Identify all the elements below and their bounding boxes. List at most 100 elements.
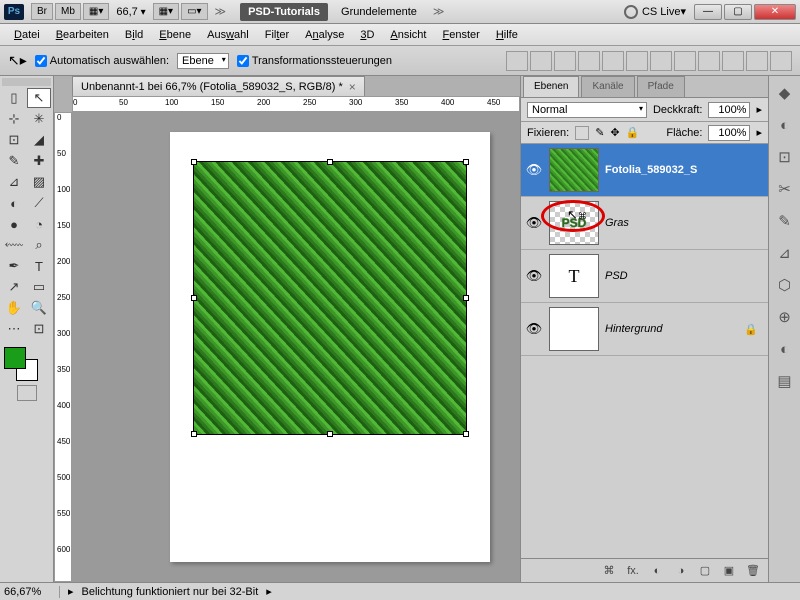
more-workspaces-icon[interactable]: ≫ [433, 5, 445, 18]
menu-bearbeiten[interactable]: Bearbeiten [48, 26, 117, 44]
tool-23[interactable]: ⊡ [27, 319, 51, 339]
align-icon[interactable] [602, 51, 624, 71]
quickmask-button[interactable] [17, 385, 37, 401]
layer-thumbnail[interactable] [549, 307, 599, 351]
distribute-icon[interactable] [674, 51, 696, 71]
layer-thumbnail[interactable] [549, 148, 599, 192]
layer-row[interactable]: 👁 Fotolia_589032_S [521, 144, 768, 197]
opacity-arrow-icon[interactable]: ▸ [756, 103, 762, 116]
layer-mask-icon[interactable]: ◐ [648, 563, 666, 579]
tool-9[interactable]: ▨ [27, 172, 51, 192]
viewmode-button[interactable]: ▦▾ [83, 3, 109, 20]
align-icon[interactable] [578, 51, 600, 71]
tool-4[interactable]: ⊡ [2, 130, 26, 150]
layer-name[interactable]: PSD [605, 270, 764, 282]
status-zoom[interactable]: 66,67% [4, 586, 60, 598]
lock-pixels-icon[interactable]: ✎ [595, 126, 604, 139]
menu-ansicht[interactable]: Ansicht [382, 26, 434, 44]
align-icon[interactable] [626, 51, 648, 71]
tool-13[interactable]: ◔ [27, 214, 51, 234]
tool-6[interactable]: ✎ [2, 151, 26, 171]
workspace-item[interactable]: Grundelemente [333, 3, 425, 21]
layer-row[interactable]: 👁Hintergrund🔒 [521, 303, 768, 356]
layer-thumbnail[interactable]: PSD [549, 201, 599, 245]
layer-row[interactable]: 👁 T PSD [521, 250, 768, 303]
auto-select-dropdown[interactable]: Ebene [177, 53, 229, 69]
adjustments-strip-icon[interactable]: ⊡ [774, 146, 796, 168]
minibridge-button[interactable]: Mb [55, 3, 81, 20]
brush-strip-icon[interactable]: ✎ [774, 210, 796, 232]
fill-input[interactable]: 100% [708, 125, 750, 141]
tool-18[interactable]: ↗ [2, 277, 26, 297]
layer-group-icon[interactable]: ▢ [696, 563, 714, 579]
menu-ebene[interactable]: Ebene [151, 26, 199, 44]
visibility-eye-icon[interactable]: 👁 [525, 215, 543, 231]
tool-1[interactable]: ↖ [27, 88, 51, 108]
lock-position-icon[interactable]: ✥ [610, 126, 619, 139]
tool-19[interactable]: ▭ [27, 277, 51, 297]
tool-17[interactable]: T [27, 256, 51, 276]
layers-strip-icon[interactable]: ◆ [774, 82, 796, 104]
tab-kanaele[interactable]: Kanäle [581, 76, 634, 97]
tools-strip-icon[interactable]: ✂ [774, 178, 796, 200]
distribute-icon[interactable] [722, 51, 744, 71]
history-strip-icon[interactable]: ▤ [774, 370, 796, 392]
maximize-button[interactable]: ▢ [724, 4, 752, 20]
menu-analyse[interactable]: Analyse [297, 26, 352, 44]
tool-10[interactable]: ◐ [2, 193, 26, 213]
menu-hilfe[interactable]: Hilfe [488, 26, 526, 44]
screenmode-button[interactable]: ▭▾ [181, 3, 207, 20]
minimize-button[interactable]: — [694, 4, 722, 20]
tool-22[interactable]: ⋯ [2, 319, 26, 339]
tool-2[interactable]: ⊹ [2, 109, 26, 129]
new-layer-icon[interactable]: ▣ [720, 563, 738, 579]
tool-16[interactable]: ✒ [2, 256, 26, 276]
layer-name[interactable]: Hintergrund [605, 323, 744, 335]
align-icon[interactable] [506, 51, 528, 71]
opacity-input[interactable]: 100% [708, 102, 750, 118]
align-icon[interactable] [530, 51, 552, 71]
document-tab[interactable]: Unbenannt-1 bei 66,7% (Fotolia_589032_S,… [72, 76, 365, 96]
tab-close-icon[interactable]: × [349, 80, 356, 94]
bridge-button[interactable]: Br [31, 3, 53, 20]
expand-icon[interactable]: ≫ [215, 5, 227, 18]
auto-select-checkbox[interactable]: Automatisch auswählen: [35, 55, 169, 67]
layer-fx-icon[interactable]: fx. [624, 563, 642, 579]
layer-thumbnail[interactable]: T [549, 254, 599, 298]
menu-filter[interactable]: Filter [257, 26, 297, 44]
zoom-level[interactable]: 66,7 ▾ [116, 6, 145, 18]
tool-8[interactable]: ⊿ [2, 172, 26, 192]
tool-0[interactable]: ▯ [2, 88, 26, 108]
cslive-button[interactable]: CS Live ▾ [624, 5, 686, 19]
tool-5[interactable]: ◢ [27, 130, 51, 150]
lock-transparency-icon[interactable] [575, 126, 589, 140]
visibility-eye-icon[interactable]: 👁 [525, 162, 543, 178]
transform-controls-checkbox[interactable]: Transformationssteuerungen [237, 55, 392, 67]
delete-layer-icon[interactable]: 🗑 [744, 563, 762, 579]
visibility-eye-icon[interactable]: 👁 [525, 321, 543, 337]
tool-21[interactable]: 🔍 [27, 298, 51, 318]
layer-row[interactable]: 👁 PSD Gras [521, 197, 768, 250]
distribute-icon[interactable] [770, 51, 792, 71]
arrange-button[interactable]: ▦▾ [153, 3, 179, 20]
link-layers-icon[interactable]: ⌘ [600, 563, 618, 579]
tool-14[interactable]: ⬳ [2, 235, 26, 255]
color-strip-icon[interactable]: ◐ [774, 114, 796, 136]
status-arrow-icon[interactable]: ▸ [68, 585, 74, 598]
measure-strip-icon[interactable]: ⊕ [774, 306, 796, 328]
foreground-swatch[interactable] [4, 347, 26, 369]
document-page[interactable] [170, 132, 490, 562]
tool-3[interactable]: ✳ [27, 109, 51, 129]
layer-name[interactable]: Fotolia_589032_S [605, 164, 764, 176]
distribute-icon[interactable] [698, 51, 720, 71]
tool-20[interactable]: ✋ [2, 298, 26, 318]
mask-strip-icon[interactable]: ◐ [774, 338, 796, 360]
menu-datei[interactable]: Datei [6, 26, 48, 44]
visibility-eye-icon[interactable]: 👁 [525, 268, 543, 284]
distribute-icon[interactable] [650, 51, 672, 71]
adjustment-layer-icon[interactable]: ◑ [672, 563, 690, 579]
tool-7[interactable]: ✚ [27, 151, 51, 171]
canvas-background[interactable] [72, 112, 520, 582]
menu-3d[interactable]: 3D [352, 26, 382, 44]
layer-name[interactable]: Gras [605, 217, 764, 229]
